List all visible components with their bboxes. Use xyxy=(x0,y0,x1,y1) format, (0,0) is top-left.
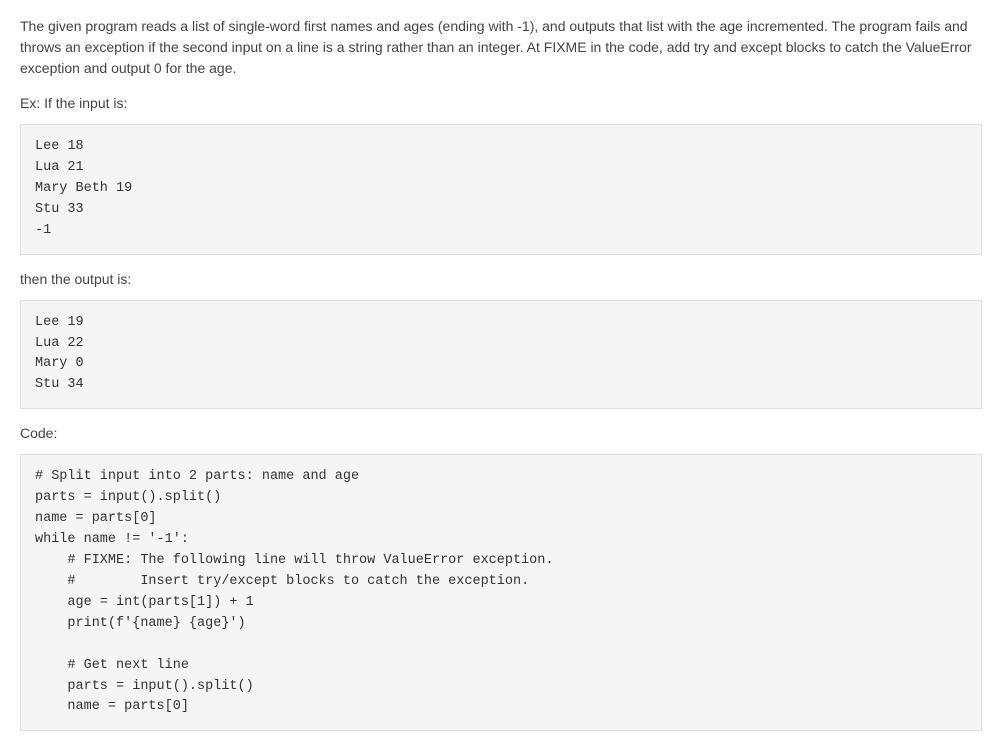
problem-description: The given program reads a list of single… xyxy=(20,16,982,79)
code-block: # Split input into 2 parts: name and age… xyxy=(20,454,982,731)
example-output-label: then the output is: xyxy=(20,269,982,290)
code-label: Code: xyxy=(20,423,982,444)
example-output-block: Lee 19 Lua 22 Mary 0 Stu 34 xyxy=(20,300,982,410)
example-input-block: Lee 18 Lua 21 Mary Beth 19 Stu 33 -1 xyxy=(20,124,982,255)
example-input-label: Ex: If the input is: xyxy=(20,93,982,114)
